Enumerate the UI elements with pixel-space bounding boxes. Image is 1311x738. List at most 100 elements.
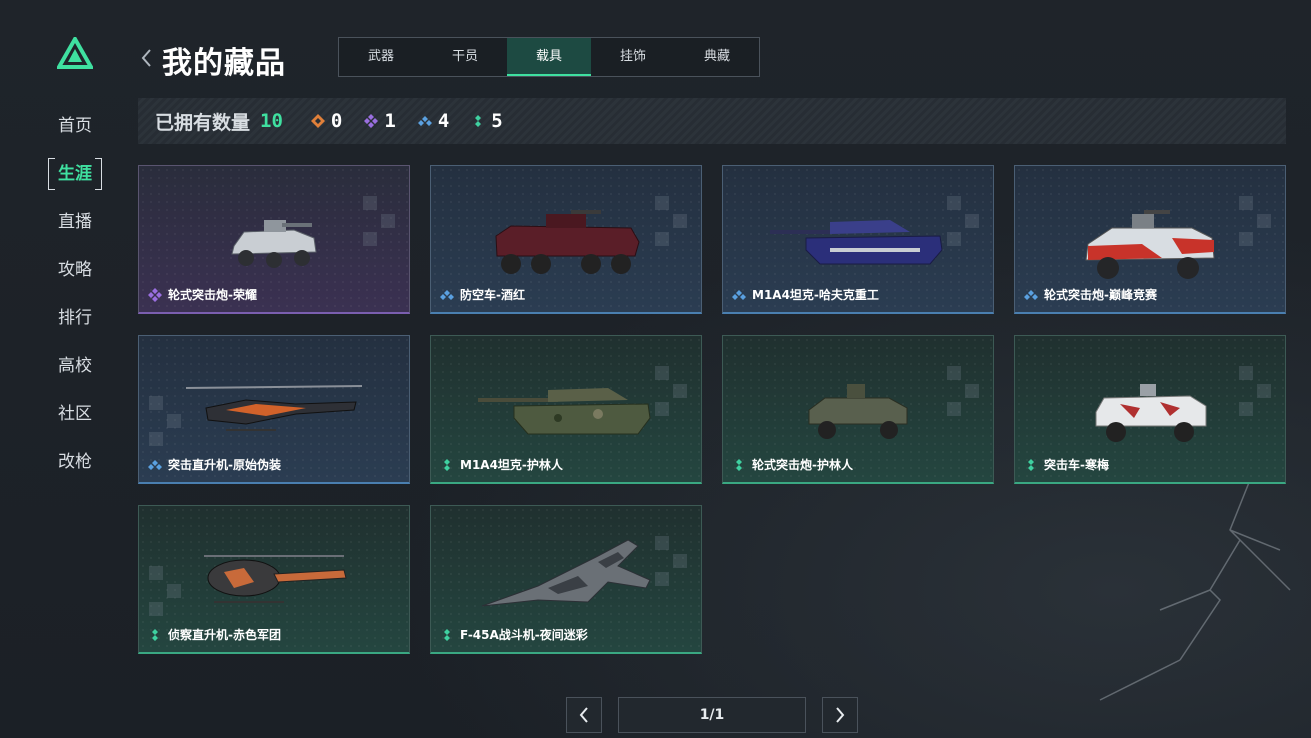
vehicle-name: M1A4坦克-哈夫克重工 (752, 288, 879, 302)
vehicle-card-label: 轮式突击炮-荣耀 (148, 286, 257, 303)
tab-weapons[interactable]: 武器 (339, 38, 423, 76)
vehicle-name: 轮式突击炮-荣耀 (168, 288, 257, 302)
blue-diamond-icon (440, 289, 454, 300)
green-diamond-icon (475, 115, 482, 127)
chevron-left-icon (579, 707, 588, 723)
rarity-count-orange-value: 0 (330, 110, 343, 132)
vehicle-card-label: F-45A战斗机-夜间迷彩 (440, 626, 588, 643)
page-counter: 1/1 (618, 697, 806, 733)
vehicle-card-label: 防空车-酒红 (440, 286, 525, 303)
vehicle-name: 防空车-酒红 (460, 288, 525, 302)
vehicle-card[interactable]: 防空车-酒红 (430, 165, 702, 314)
sidebar-nav: 首页 生涯 直播 攻略 排行 高校 社区 改枪 (48, 110, 102, 494)
vehicle-card[interactable]: 轮式突击炮-护林人 (722, 335, 994, 484)
sidebar-item-live[interactable]: 直播 (48, 206, 102, 238)
rarity-count-orange: 0 (310, 110, 343, 132)
green-diamond-icon (736, 458, 742, 471)
category-tabs: 武器 干员 载具 挂饰 典藏 (338, 37, 760, 77)
apc-icon (495, 210, 640, 274)
back-chevron-icon[interactable] (140, 48, 152, 68)
card-decoration (947, 366, 983, 426)
lightning-decoration-icon (1099, 479, 1291, 701)
rarity-count-purple-value: 1 (384, 110, 396, 132)
orange-diamond-icon (310, 114, 325, 128)
green-diamond-icon (444, 458, 450, 471)
vehicle-card[interactable]: 侦察直升机-赤色军团 (138, 505, 410, 654)
card-decoration (1239, 196, 1275, 256)
green-diamond-icon (444, 628, 450, 641)
vehicle-card[interactable]: 突击车-寒梅 (1014, 335, 1286, 484)
tab-charms[interactable]: 挂饰 (591, 38, 675, 76)
sidebar-item-colleges[interactable]: 高校 (48, 350, 102, 382)
blue-diamond-icon (417, 116, 432, 126)
blue-diamond-icon (148, 459, 162, 470)
vehicle-name: 侦察直升机-赤色军团 (168, 628, 281, 642)
vehicle-name: M1A4坦克-护林人 (460, 458, 563, 472)
vehicle-name: 突击车-寒梅 (1044, 458, 1109, 472)
vehicle-card-label: M1A4坦克-哈夫克重工 (732, 286, 879, 303)
blue-diamond-icon (1024, 289, 1038, 300)
card-decoration (363, 196, 399, 256)
rarity-count-blue: 4 (417, 110, 450, 132)
rarity-count-purple: 1 (364, 110, 396, 132)
page-title: 我的藏品 (162, 46, 286, 81)
vehicle-card[interactable]: 突击直升机-原始伪装 (138, 335, 410, 484)
vehicle-card[interactable]: M1A4坦克-护林人 (430, 335, 702, 484)
vehicle-card-label: 轮式突击炮-巅峰竞赛 (1024, 286, 1157, 303)
vehicle-card-label: M1A4坦克-护林人 (440, 456, 563, 473)
vehicle-name: 轮式突击炮-护林人 (752, 458, 853, 472)
card-decoration (149, 566, 185, 626)
owned-count-label: 已拥有数量 (155, 111, 251, 134)
card-decoration (655, 536, 691, 596)
green-diamond-icon (152, 628, 158, 641)
vehicle-card[interactable]: 轮式突击炮-巅峰竞赛 (1014, 165, 1286, 314)
sidebar-item-home[interactable]: 首页 (48, 110, 102, 142)
purple-diamond-icon (148, 287, 162, 302)
vehicle-card[interactable]: F-45A战斗机-夜间迷彩 (430, 505, 702, 654)
tank-icon (770, 220, 943, 265)
assault-vehicle-icon (1095, 384, 1207, 442)
fighter-jet-icon (481, 539, 651, 607)
rarity-count-blue-value: 4 (437, 110, 450, 132)
purple-diamond-icon (364, 114, 379, 128)
card-decoration (655, 366, 691, 426)
sidebar: 首页 生涯 直播 攻略 排行 高校 社区 改枪 (0, 0, 150, 738)
vehicle-card-label: 轮式突击炮-护林人 (732, 456, 853, 473)
green-diamond-icon (1028, 458, 1034, 471)
vehicle-name: F-45A战斗机-夜间迷彩 (460, 628, 588, 642)
sidebar-item-career[interactable]: 生涯 (48, 158, 102, 190)
vehicle-card[interactable]: M1A4坦克-哈夫克重工 (722, 165, 994, 314)
triangle-logo-icon[interactable] (57, 37, 93, 69)
chevron-right-icon (836, 707, 845, 723)
card-decoration (947, 196, 983, 256)
tank-icon (478, 388, 651, 435)
card-decoration (149, 396, 185, 456)
blue-diamond-icon (732, 289, 746, 300)
vehicle-card-label: 突击直升机-原始伪装 (148, 456, 281, 473)
sidebar-item-gun-mod[interactable]: 改枪 (48, 446, 102, 478)
sidebar-item-community[interactable]: 社区 (48, 398, 102, 430)
scout-helicopter-icon (204, 555, 347, 603)
vehicle-name: 轮式突击炮-巅峰竞赛 (1044, 288, 1157, 302)
vehicle-card[interactable]: 轮式突击炮-荣耀 (138, 165, 410, 314)
armored-car-icon (231, 220, 317, 268)
card-decoration (655, 196, 691, 256)
owned-count-total: 10 (260, 110, 283, 132)
card-decoration (1239, 366, 1275, 426)
next-page-button[interactable] (822, 697, 858, 733)
rarity-count-green-value: 5 (491, 110, 503, 132)
armored-car-icon (808, 384, 908, 439)
tab-collection[interactable]: 典藏 (675, 38, 759, 76)
vehicle-name: 突击直升机-原始伪装 (168, 458, 281, 472)
owned-count-bar: 已拥有数量 10 0 1 4 5 (138, 98, 1286, 144)
tab-vehicles[interactable]: 载具 (507, 38, 591, 76)
sidebar-item-rankings[interactable]: 排行 (48, 302, 102, 334)
vehicle-card-label: 侦察直升机-赤色军团 (148, 626, 281, 643)
tab-operators[interactable]: 干员 (423, 38, 507, 76)
attack-helicopter-icon (186, 385, 362, 431)
prev-page-button[interactable] (566, 697, 602, 733)
sidebar-item-guides[interactable]: 攻略 (48, 254, 102, 286)
vehicle-card-label: 突击车-寒梅 (1024, 456, 1109, 473)
rarity-count-green: 5 (471, 110, 503, 132)
armored-car-icon (1085, 210, 1215, 279)
